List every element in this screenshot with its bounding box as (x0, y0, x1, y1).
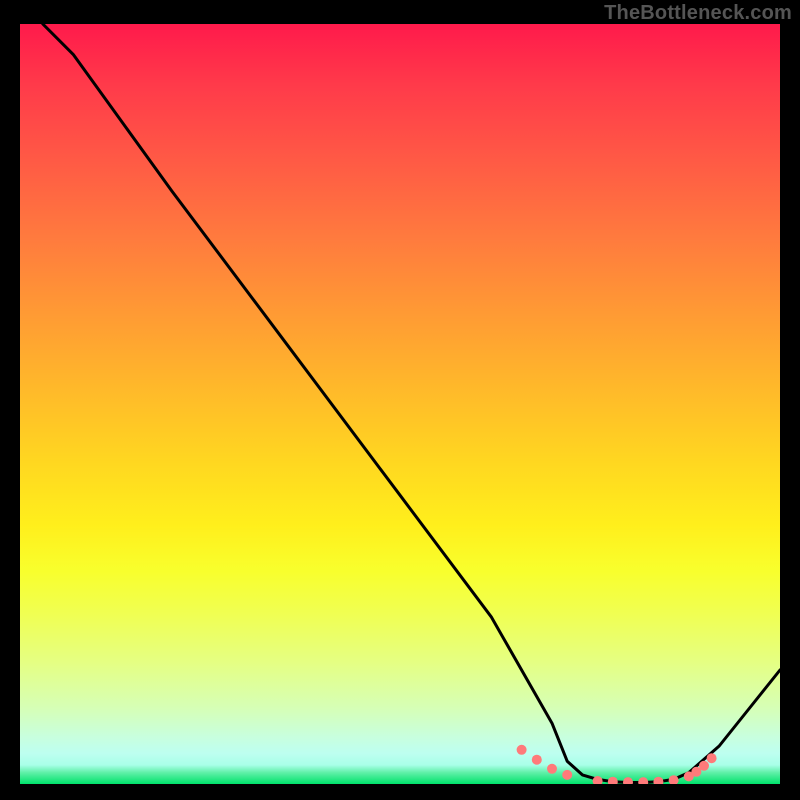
curve-layer (20, 24, 780, 784)
highlight-dot (608, 777, 618, 784)
watermark-text: TheBottleneck.com (604, 2, 792, 25)
highlight-dot (517, 745, 527, 755)
highlight-dot (707, 753, 717, 763)
bottleneck-curve (43, 24, 780, 783)
highlight-dot (638, 777, 648, 784)
highlight-dot (547, 764, 557, 774)
highlight-dot (653, 777, 663, 784)
chart-stage: TheBottleneck.com (0, 0, 800, 800)
highlight-dot (532, 755, 542, 765)
highlight-dot (562, 770, 572, 780)
highlight-dot (623, 777, 633, 784)
gradient-plot-area (20, 24, 780, 784)
highlight-dot (699, 761, 709, 771)
highlight-dots (517, 745, 717, 784)
